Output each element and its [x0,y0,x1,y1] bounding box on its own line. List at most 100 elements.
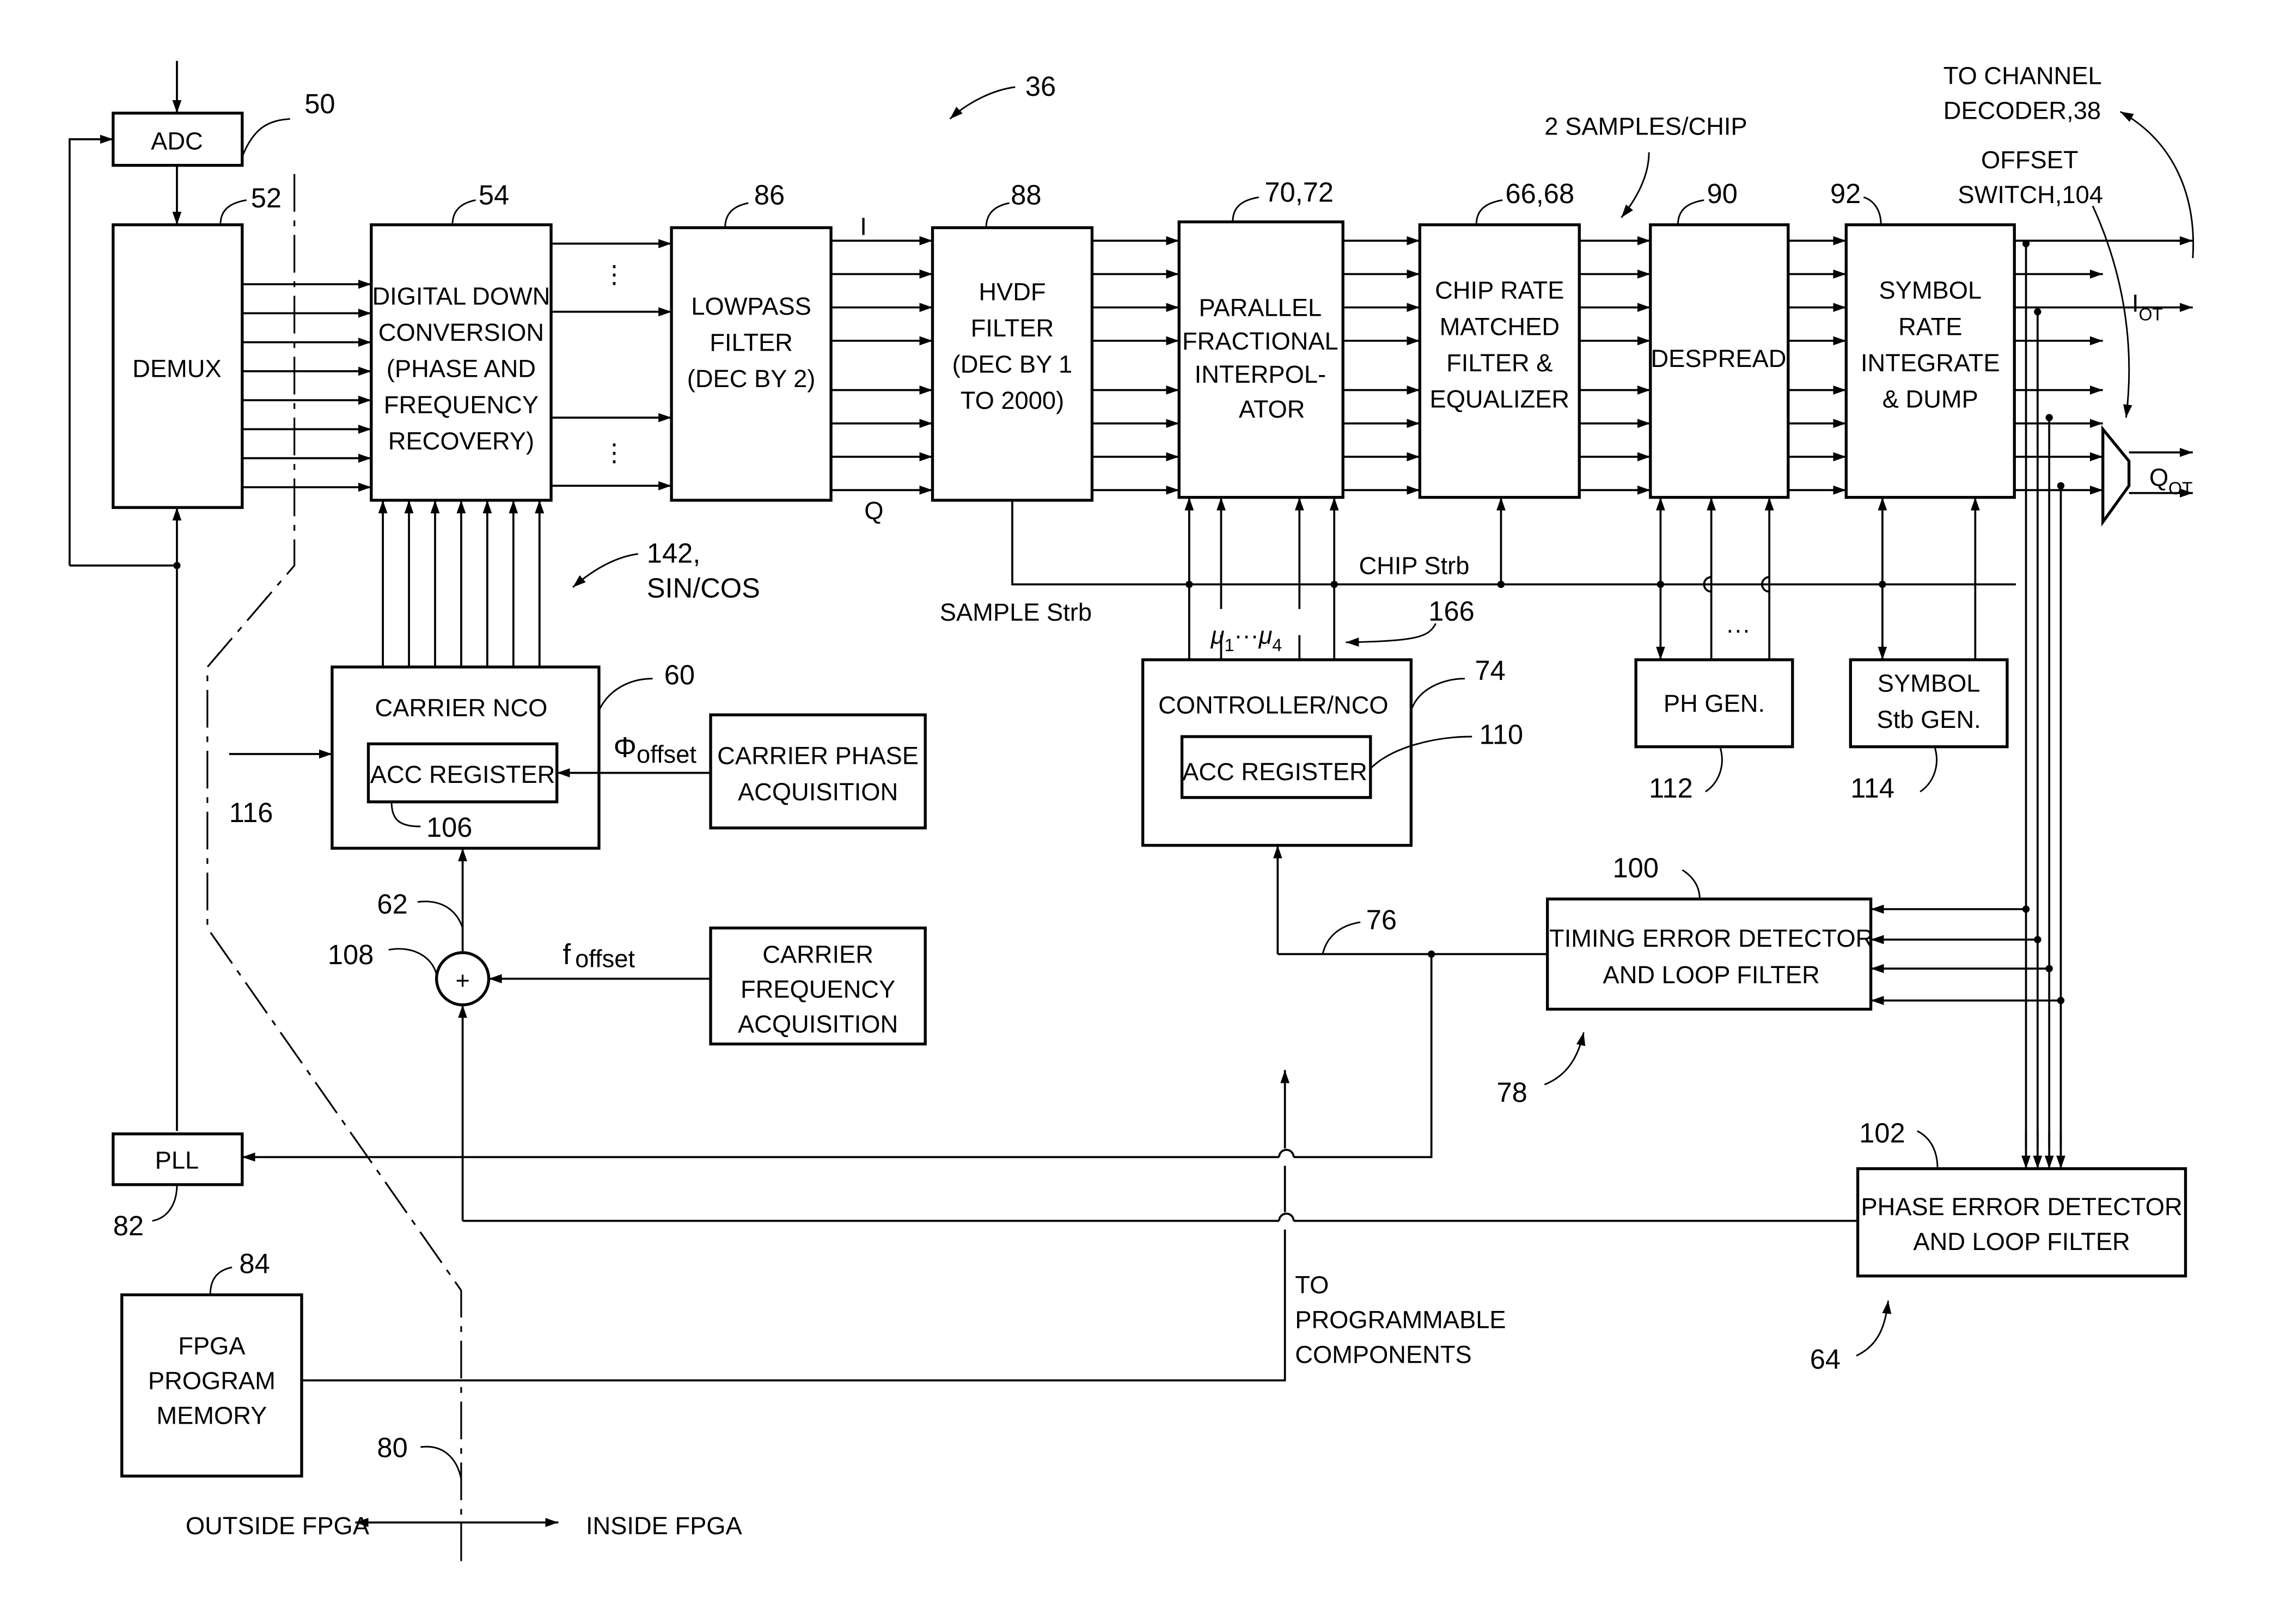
ref-88: 88 [1011,180,1041,211]
hvdf-label-line: FILTER [971,314,1054,342]
symbol-stb-gen-label-line: SYMBOL [1878,669,1980,697]
f-offset-label: f offset [563,939,635,972]
ref-62: 62 [377,888,407,920]
to-programmable-label: COMPONENTS [1295,1341,1471,1369]
hvdf-label-line: (DEC BY 1 [952,351,1073,378]
phase-error-label-line: PHASE ERROR DETECTOR [1861,1193,2182,1221]
carrier-phase-acq-label-line: ACQUISITION [738,778,898,806]
interpolator-to-matched-filter-bus [1343,236,1420,495]
ref-112: 112 [1649,773,1693,804]
matched-filter-label-line: MATCHED [1440,312,1560,340]
adc-block: ADC [112,112,244,167]
fpga-memory-label-line: FPGA [178,1332,246,1360]
carrier-freq-acq-label-line: FREQUENCY [741,975,895,1003]
phi-offset-label: Φoffset [614,731,697,768]
matched-filter-block: CHIP RATE MATCHED FILTER & EQUALIZER [1418,223,1581,499]
ref-54: 54 [479,180,509,211]
fpga-memory-label-line: PROGRAM [148,1366,276,1394]
ph-gen-block: PH GEN. [1634,658,1794,749]
receiver-block-diagram: ADC 50 DEMUX 52 DIGITAL DOWN CONVERSION … [68,60,2194,1566]
interpolator-label-line: INTERPOL- [1195,360,1326,388]
ref-76: 76 [1366,904,1397,935]
ref-86: 86 [754,180,785,211]
ref-80: 80 [377,1432,407,1463]
q-channel-label: Q [864,497,883,525]
i-ot-label: IOT [2132,290,2163,324]
ddc-label-line: RECOVERY) [388,427,534,455]
carrier-acc-register-label: ACC REGISTER [370,761,555,788]
lowpass-filter-block: LOWPASS FILTER (DEC BY 2) [670,226,833,502]
phase-error-label-line: AND LOOP FILTER [1913,1228,2130,1255]
integrate-dump-label-line: SYMBOL [1879,277,1982,304]
matched-filter-to-despread-bus [1579,236,1651,495]
pll-block: PLL [112,1132,244,1186]
controller-nco-block: CONTROLLER/NCO ACC REGISTER [1141,658,1413,847]
interpolator-block: PARALLEL FRACTIONAL INTERPOL- ATOR [1177,220,1344,499]
lowpass-label-line: (DEC BY 2) [687,365,816,393]
ref-166: 166 [1428,596,1474,627]
ref-70-72: 70,72 [1264,176,1334,207]
ref-108: 108 [328,939,374,970]
ellipsis-vertical: ⋮ [602,260,626,288]
despread-label: DESPREAD [1651,345,1786,372]
adc-label: ADC [151,127,203,155]
ref-84: 84 [239,1248,270,1279]
to-channel-decoder-label: DECODER,38 [1943,96,2101,124]
ref-114: 114 [1850,773,1894,804]
timing-error-label-line: TIMING ERROR DETECTOR [1549,924,1873,952]
despread-block: DESPREAD [1649,223,1790,499]
to-channel-decoder-label: TO CHANNEL [1943,62,2102,90]
carrier-frequency-acquisition-block: CARRIER FREQUENCY ACQUISITION [709,926,927,1046]
ddc-label-line: DIGITAL DOWN [372,282,550,310]
ref-82: 82 [113,1210,144,1241]
integrate-dump-block: SYMBOL RATE INTEGRATE & DUMP [1844,223,2016,499]
ref-52: 52 [251,182,282,213]
ref-66-68: 66,68 [1505,178,1574,209]
outside-fpga-label: OUTSIDE FPGA [186,1512,370,1540]
carrier-freq-acq-label-line: CARRIER [762,940,873,968]
offset-switch-label: SWITCH,104 [1958,181,2103,209]
symbol-strobe-gen-block: SYMBOL Stb GEN. [1849,658,2009,749]
carrier-phase-acq-label-line: CARRIER PHASE [717,742,919,770]
ellipsis-vertical: ⋮ [602,439,626,467]
ddc-label-line: FREQUENCY [384,391,539,419]
timing-error-label-line: AND LOOP FILTER [1603,961,1820,989]
demux-to-ddc-bus [242,279,371,492]
ref-90: 90 [1707,178,1738,209]
ph-gen-ellipsis: ··· [1726,616,1750,644]
controller-acc-register-label: ACC REGISTER [1182,758,1367,786]
pll-label: PLL [155,1147,199,1174]
matched-filter-label-line: FILTER & [1446,349,1552,377]
integrate-dump-label-line: INTEGRATE [1861,349,2000,377]
interpolator-label-line: PARALLEL [1199,294,1322,322]
sin-cos-bus [378,500,545,667]
ref-92: 92 [1830,178,1861,209]
hvdf-label-line: HVDF [979,278,1046,305]
ddc-label-line: (PHASE AND [387,355,536,383]
integrate-dump-label-line: RATE [1898,312,1962,340]
carrier-nco-label: CARRIER NCO [375,694,547,722]
sin-cos-label: SIN/COS [647,572,760,603]
fpga-program-memory-block: FPGA PROGRAM MEMORY [120,1293,303,1478]
to-programmable-label: PROGRAMMABLE [1295,1306,1506,1334]
lowpass-label-line: FILTER [710,329,793,357]
interpolator-label-line: FRACTIONAL [1182,327,1338,355]
demux-label: DEMUX [132,355,221,383]
ref-50: 50 [304,88,335,119]
ref-64: 64 [1810,1344,1841,1375]
lowpass-to-hvdf-bus [831,236,933,495]
despread-to-integrate-bus [1788,236,1847,495]
samples-per-chip-label: 2 SAMPLES/CHIP [1544,113,1747,140]
ref-142: 142, [647,537,700,568]
fpga-memory-label-line: MEMORY [156,1401,267,1429]
ddc-label-line: CONVERSION [378,318,544,346]
integrate-dump-label-line: & DUMP [1882,385,1978,413]
interpolator-label-line: ATOR [1239,395,1305,423]
controller-nco-label: CONTROLLER/NCO [1158,691,1389,719]
demux-block: DEMUX [112,223,244,509]
ref-78: 78 [1496,1077,1527,1108]
i-channel-label: I [860,213,867,241]
carrier-freq-acq-label-line: ACQUISITION [738,1010,898,1038]
offset-switch [2101,425,2131,527]
hvdf-label-line: TO 2000) [961,387,1064,414]
